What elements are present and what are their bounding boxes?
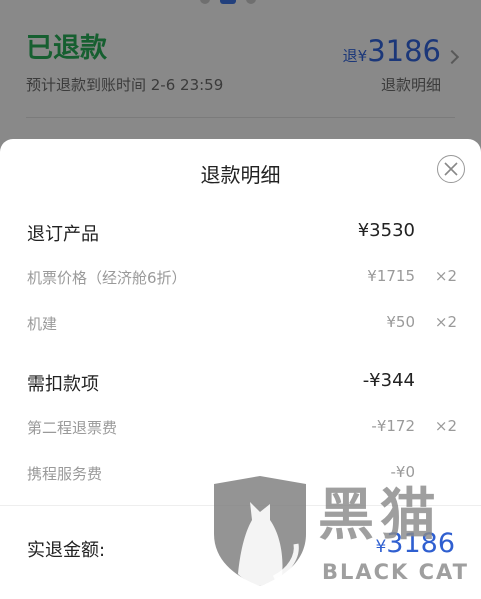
watermark-en: BLACK CAT: [322, 560, 469, 584]
watermark: 黑猫 BLACK CAT: [210, 470, 481, 589]
sheet-title: 退款明细: [200, 163, 281, 187]
close-icon: [444, 162, 458, 176]
total-label: 实退金额:: [27, 540, 106, 561]
row-label: 携程服务费: [27, 465, 103, 483]
airport-tax-row: 机建 ¥50 ×2: [0, 313, 481, 339]
row-value: -¥172: [371, 417, 415, 435]
row-label: 需扣款项: [27, 374, 99, 395]
refund-fee-row: 第二程退票费 -¥172 ×2: [0, 417, 481, 443]
ticket-price-row: 机票价格（经济舱6折） ¥1715 ×2: [0, 267, 481, 293]
row-value: ¥1715: [367, 267, 415, 285]
row-label: 退订产品: [27, 224, 99, 245]
cat-shield-icon: [214, 476, 306, 586]
row-value: -¥344: [362, 370, 415, 391]
row-quantity: ×2: [434, 267, 457, 285]
row-quantity: ×2: [434, 313, 457, 331]
refund-product-row: 退订产品 ¥3530: [0, 220, 481, 246]
deductions-row: 需扣款项 -¥344: [0, 370, 481, 396]
close-button[interactable]: [437, 155, 465, 183]
row-value: ¥3530: [357, 220, 415, 241]
row-label: 机建: [27, 315, 58, 333]
row-label: 机票价格（经济舱6折）: [27, 269, 187, 287]
row-value: ¥50: [386, 313, 415, 331]
row-label: 第二程退票费: [27, 419, 118, 437]
row-quantity: ×2: [434, 417, 457, 435]
watermark-cn: 黑猫: [318, 483, 442, 548]
